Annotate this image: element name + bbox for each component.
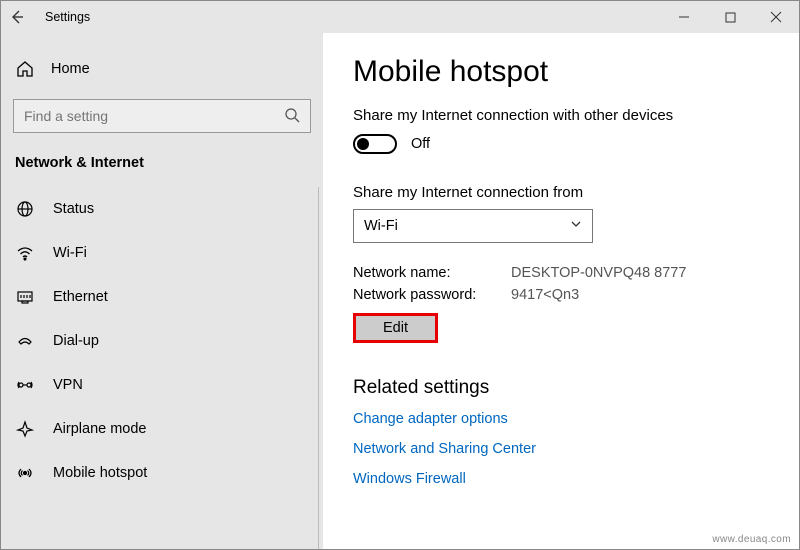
airplane-icon — [15, 419, 35, 439]
sidebar-item-label: Airplane mode — [53, 421, 147, 437]
sidebar-item-label: Mobile hotspot — [53, 465, 147, 481]
category-heading: Network & Internet — [1, 149, 323, 187]
share-heading: Share my Internet connection with other … — [353, 107, 769, 124]
maximize-icon — [725, 12, 736, 23]
sidebar-item-label: Status — [53, 201, 94, 217]
watermark: www.deuaq.com — [712, 534, 791, 545]
hotspot-icon — [15, 463, 35, 483]
network-name-value: DESKTOP-0NVPQ48 8777 — [511, 265, 686, 281]
toggle-knob — [357, 138, 369, 150]
titlebar: Settings — [1, 1, 799, 33]
home-label: Home — [51, 61, 90, 77]
related-heading: Related settings — [353, 377, 769, 399]
wifi-icon — [15, 243, 35, 263]
home-icon — [15, 59, 35, 79]
toggle-state: Off — [411, 136, 430, 152]
arrow-left-icon — [9, 9, 25, 25]
link-sharing-center[interactable]: Network and Sharing Center — [353, 441, 769, 457]
sidebar-item-dialup[interactable]: Dial-up — [1, 319, 318, 363]
sidebar-item-airplane[interactable]: Airplane mode — [1, 407, 318, 451]
sidebar: Home Network & Internet Status — [1, 33, 323, 549]
close-icon — [770, 11, 782, 23]
sidebar-item-hotspot[interactable]: Mobile hotspot — [1, 451, 318, 495]
link-adapter-options[interactable]: Change adapter options — [353, 411, 769, 427]
link-firewall[interactable]: Windows Firewall — [353, 471, 769, 487]
sidebar-item-label: VPN — [53, 377, 83, 393]
dialup-icon — [15, 331, 35, 351]
search-input[interactable] — [24, 108, 284, 124]
sidebar-item-label: Wi-Fi — [53, 245, 87, 261]
dropdown-value: Wi-Fi — [364, 218, 398, 234]
search-box[interactable] — [13, 99, 311, 133]
edit-button[interactable]: Edit — [353, 313, 438, 343]
share-from-label: Share my Internet connection from — [353, 184, 769, 201]
sidebar-item-label: Ethernet — [53, 289, 108, 305]
chevron-down-icon — [570, 218, 582, 234]
sidebar-item-wifi[interactable]: Wi-Fi — [1, 231, 318, 275]
vpn-icon — [15, 375, 35, 395]
share-from-dropdown[interactable]: Wi-Fi — [353, 209, 593, 243]
globe-icon — [15, 199, 35, 219]
network-password-value: 9417<Qn3 — [511, 287, 579, 303]
content-area: Mobile hotspot Share my Internet connect… — [323, 33, 799, 549]
maximize-button[interactable] — [707, 1, 753, 33]
window-title: Settings — [41, 10, 90, 24]
edit-button-label: Edit — [383, 320, 408, 336]
close-button[interactable] — [753, 1, 799, 33]
sidebar-item-vpn[interactable]: VPN — [1, 363, 318, 407]
sidebar-item-status[interactable]: Status — [1, 187, 318, 231]
hotspot-toggle[interactable] — [353, 134, 397, 154]
home-nav[interactable]: Home — [1, 51, 323, 87]
ethernet-icon — [15, 287, 35, 307]
network-name-label: Network name: — [353, 265, 511, 281]
search-icon — [284, 107, 300, 126]
network-password-label: Network password: — [353, 287, 511, 303]
page-title: Mobile hotspot — [353, 55, 769, 89]
minimize-icon — [678, 11, 690, 23]
sidebar-item-ethernet[interactable]: Ethernet — [1, 275, 318, 319]
sidebar-item-label: Dial-up — [53, 333, 99, 349]
minimize-button[interactable] — [661, 1, 707, 33]
back-button[interactable] — [7, 7, 27, 27]
